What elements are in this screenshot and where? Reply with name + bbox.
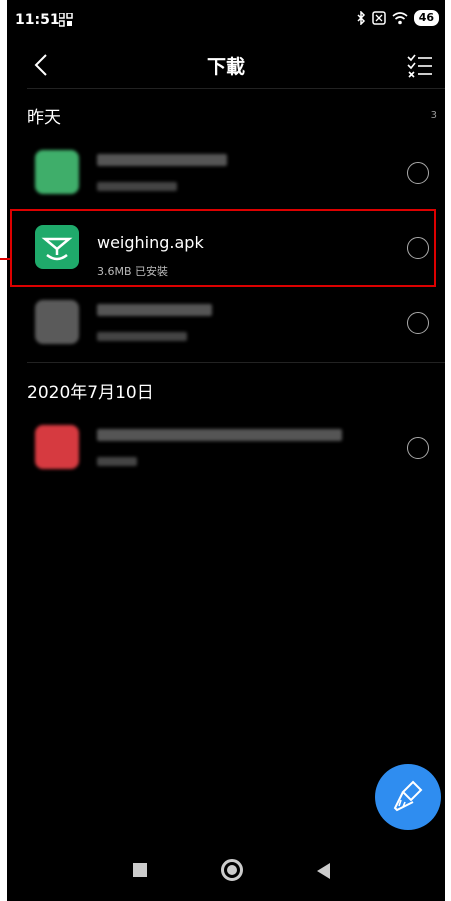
blurred-file-meta: [97, 457, 137, 466]
list-item[interactable]: [27, 415, 445, 483]
section-count: 3: [430, 110, 437, 121]
back-triangle-icon[interactable]: [317, 863, 330, 879]
app-icon: [35, 150, 79, 194]
status-time: 11:51: [15, 12, 60, 28]
section-divider: [27, 362, 445, 363]
pdf-file-icon: [35, 425, 79, 469]
broom-icon: [393, 780, 423, 812]
highlight-leader-line: [0, 258, 11, 260]
select-radio[interactable]: [407, 162, 429, 184]
sim-icon: [371, 11, 386, 25]
select-radio[interactable]: [407, 437, 429, 459]
phone-screen: 11:51 46 下載 昨天 3 weighing.apk 3.6MB 已安裝 …: [7, 0, 445, 901]
section-heading: 昨天: [27, 108, 61, 128]
blurred-file-name: [97, 429, 342, 441]
list-item[interactable]: [27, 290, 445, 358]
list-item[interactable]: [27, 140, 445, 208]
highlight-box: [10, 209, 436, 287]
status-icons: 46: [356, 10, 439, 26]
multi-select-icon[interactable]: [405, 50, 435, 80]
header-divider: [27, 88, 445, 89]
select-radio[interactable]: [407, 312, 429, 334]
system-nav-bar: [7, 843, 445, 901]
bluetooth-icon: [357, 11, 365, 25]
recents-square-icon[interactable]: [133, 863, 147, 877]
blurred-file-meta: [97, 182, 177, 191]
battery-icon: 46: [413, 10, 439, 26]
page-title: 下載: [206, 56, 245, 78]
top-app-bar: 下載: [7, 40, 445, 90]
section-heading: 2020年7月10日: [27, 383, 154, 403]
blurred-file-name: [97, 154, 227, 166]
blurred-file-name: [97, 304, 212, 316]
wifi-icon: [392, 12, 408, 25]
status-bar: 11:51 46: [7, 0, 445, 40]
clean-button[interactable]: [375, 764, 441, 830]
app-icon: [35, 300, 79, 344]
home-circle-icon[interactable]: [221, 859, 243, 881]
grid-icon: [59, 13, 73, 27]
blurred-file-meta: [97, 332, 187, 341]
